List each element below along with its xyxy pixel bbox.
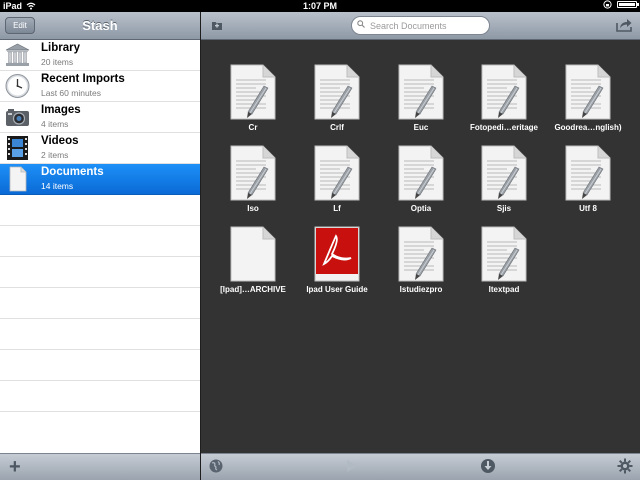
documents-bottom-toolbar xyxy=(201,453,640,480)
empty-row xyxy=(0,319,200,350)
sidebar-toolbar: Edit Stash xyxy=(0,12,200,40)
blank-document-icon xyxy=(230,226,276,282)
document-tile[interactable]: Utf 8 xyxy=(538,133,622,213)
sidebar-item-subtitle: 14 items xyxy=(41,181,74,191)
document-tile[interactable]: Crlf xyxy=(287,52,371,132)
document-tile[interactable]: Cr xyxy=(203,52,287,132)
text-document-icon xyxy=(398,145,444,201)
empty-row xyxy=(0,381,200,412)
empty-row xyxy=(0,195,200,226)
pdf-document-icon xyxy=(314,226,360,282)
sidebar-item-recent-imports[interactable]: Recent Imports Last 60 minutes xyxy=(0,71,200,102)
text-document-icon xyxy=(398,226,444,282)
text-document-icon xyxy=(314,145,360,201)
document-tile[interactable]: Lf xyxy=(287,133,371,213)
plus-icon[interactable]: + xyxy=(9,456,21,478)
search-input[interactable] xyxy=(370,18,482,33)
empty-row xyxy=(0,226,200,257)
sidebar-item-subtitle: 4 items xyxy=(41,119,69,129)
text-document-icon xyxy=(314,64,360,120)
play-icon[interactable] xyxy=(343,458,359,474)
empty-row xyxy=(0,257,200,288)
clock: 1:07 PM xyxy=(302,1,337,11)
battery-icon xyxy=(617,1,639,8)
download-icon[interactable] xyxy=(480,458,496,474)
share-icon[interactable] xyxy=(616,18,632,32)
empty-row xyxy=(0,350,200,381)
sidebar-list: Library 20 items Recent Imports Last 60 … xyxy=(0,40,200,412)
sidebar-item-title: Recent Imports xyxy=(41,73,125,85)
document-icon xyxy=(9,166,27,192)
text-document-icon xyxy=(230,64,276,120)
document-tile[interactable]: Optia xyxy=(371,133,455,213)
document-tile[interactable]: Ipad User Guide xyxy=(287,214,371,294)
documents-toolbar xyxy=(201,12,640,40)
sidebar-item-title: Documents xyxy=(41,166,104,178)
document-tile[interactable]: Goodrea…nglish) xyxy=(538,52,622,132)
document-tile[interactable]: Fotopedi…eritage xyxy=(454,52,538,132)
sidebar-item-images[interactable]: Images 4 items xyxy=(0,102,200,133)
text-document-icon xyxy=(398,64,444,120)
library-icon xyxy=(5,43,30,66)
gear-icon[interactable] xyxy=(617,458,633,474)
clock-icon xyxy=(5,74,30,98)
sidebar-item-subtitle: 20 items xyxy=(41,57,74,67)
search-icon xyxy=(357,20,365,28)
status-bar: iPad 1:07 PM xyxy=(0,0,640,12)
sidebar-item-videos[interactable]: Videos 2 items xyxy=(0,133,200,164)
sidebar-bottom-toolbar: + xyxy=(0,453,200,480)
sidebar-item-subtitle: 2 items xyxy=(41,150,69,160)
document-tile[interactable]: [Ipad]…ARCHIVE xyxy=(203,214,287,294)
sidebar: Edit Stash Library 20 items Recent Impor… xyxy=(0,12,200,480)
folder-icon[interactable] xyxy=(211,19,223,31)
document-tile[interactable]: Iso xyxy=(203,133,287,213)
sidebar-item-title: Library xyxy=(41,42,80,54)
document-name: Itextpad xyxy=(488,285,520,294)
sidebar-item-library[interactable]: Library 20 items xyxy=(0,40,200,71)
document-name: Utf 8 xyxy=(579,204,597,213)
sidebar-item-subtitle: Last 60 minutes xyxy=(41,88,102,98)
text-document-icon xyxy=(230,145,276,201)
sidebar-item-documents[interactable]: Documents 14 items xyxy=(0,164,200,195)
document-grid: Cr Crlf Euc Fotopedi…eritage Goodrea…nglish)… xyxy=(201,40,640,453)
documents-pane: CrCrlfEucFotopedi…eritage Goodrea…nglish)… xyxy=(201,12,640,480)
text-document-icon xyxy=(565,64,611,120)
document-tile[interactable]: Itextpad xyxy=(454,214,538,294)
globe-icon[interactable] xyxy=(208,458,224,474)
text-document-icon xyxy=(481,226,527,282)
sidebar-item-title: Images xyxy=(41,104,81,116)
text-document-icon xyxy=(481,64,527,120)
sidebar-item-title: Videos xyxy=(41,135,79,147)
document-tile[interactable]: Sjis xyxy=(454,133,538,213)
sidebar-title: Stash xyxy=(82,18,118,33)
document-tile[interactable]: Euc xyxy=(371,52,455,132)
camera-icon xyxy=(6,109,29,126)
document-tile[interactable]: Istudiezpro xyxy=(371,214,455,294)
film-icon xyxy=(7,136,28,160)
text-document-icon xyxy=(481,145,527,201)
search-field[interactable] xyxy=(351,16,490,35)
rotation-lock-icon xyxy=(603,0,612,9)
empty-row xyxy=(0,288,200,319)
document-name: Goodrea…nglish) xyxy=(554,123,622,132)
text-document-icon xyxy=(565,145,611,201)
